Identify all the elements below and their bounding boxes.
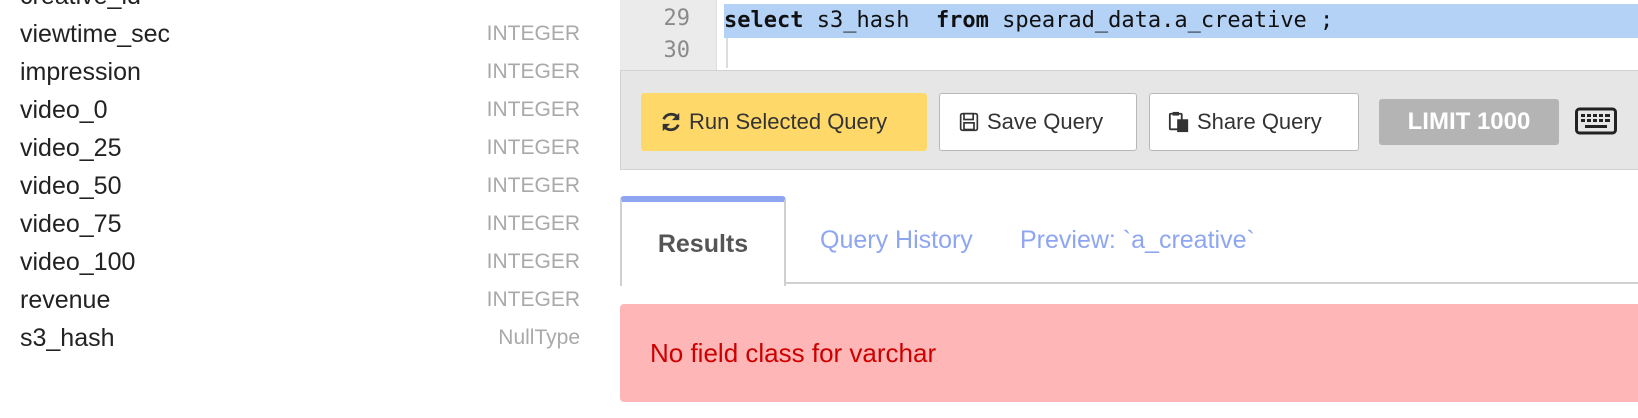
schema-row[interactable]: creative_id: [0, 0, 580, 12]
share-query-button[interactable]: Share Query: [1149, 93, 1359, 151]
schema-row[interactable]: video_0 INTEGER: [0, 88, 580, 126]
results-tabs: Results Query History Preview: `a_creati…: [620, 196, 1638, 286]
column-name: viewtime_sec: [20, 20, 171, 48]
column-type: INTEGER: [486, 212, 580, 235]
column-type: INTEGER: [486, 288, 580, 311]
schema-row[interactable]: revenue INTEGER: [0, 278, 580, 316]
column-type: INTEGER: [486, 250, 580, 273]
keyboard-icon[interactable]: [1575, 105, 1617, 137]
column-name: video_100: [20, 248, 136, 276]
error-message: No field class for varchar: [650, 338, 937, 368]
line-number: 30: [663, 38, 691, 63]
column-name: video_25: [20, 134, 122, 162]
column-type: INTEGER: [486, 98, 580, 121]
code-text: spearad_data.a_creative ;: [988, 8, 1334, 33]
schema-column-list: creative_id viewtime_sec INTEGER impress…: [0, 0, 580, 418]
schema-row[interactable]: impression INTEGER: [0, 50, 580, 88]
column-type: INTEGER: [486, 22, 580, 45]
run-button-label: Run Selected Query: [689, 109, 888, 134]
column-type: INTEGER: [486, 174, 580, 197]
column-name: revenue: [20, 286, 111, 314]
line-number-gutter: 29 30: [620, 0, 717, 70]
clipboard-copy-icon: [1168, 111, 1190, 133]
schema-row[interactable]: video_100 INTEGER: [0, 240, 580, 278]
schema-row[interactable]: video_25 INTEGER: [0, 126, 580, 164]
tab-query-history[interactable]: Query History: [820, 196, 973, 284]
line-number: 29: [663, 6, 691, 31]
share-button-label: Share Query: [1197, 109, 1322, 134]
column-name: video_0: [20, 96, 108, 124]
schema-row[interactable]: viewtime_sec INTEGER: [0, 12, 580, 50]
limit-badge[interactable]: LIMIT 1000: [1379, 99, 1559, 145]
query-editor-page: creative_id viewtime_sec INTEGER impress…: [0, 0, 1638, 418]
code-text: s3_hash: [803, 8, 936, 33]
schema-row[interactable]: video_50 INTEGER: [0, 164, 580, 202]
run-selected-query-button[interactable]: Run Selected Query: [641, 93, 927, 151]
tab-preview[interactable]: Preview: `a_creative`: [1020, 196, 1255, 284]
save-button-label: Save Query: [987, 109, 1104, 134]
column-type: NullType: [498, 326, 580, 349]
floppy-disk-icon: [958, 111, 980, 133]
schema-row[interactable]: video_75 INTEGER: [0, 202, 580, 240]
sql-keyword-from: from: [935, 8, 989, 33]
column-name: impression: [20, 58, 141, 86]
column-name: s3_hash: [20, 324, 115, 352]
error-alert: No field class for varchar: [620, 304, 1638, 402]
text-cursor: [726, 38, 728, 68]
refresh-icon: [660, 111, 682, 133]
query-toolbar: Run Selected Query Save Query Share Quer…: [620, 70, 1638, 170]
sql-keyword-select: select: [724, 8, 804, 33]
column-type: INTEGER: [486, 136, 580, 159]
column-name: video_75: [20, 210, 122, 238]
column-name: creative_id: [20, 0, 141, 11]
code-line[interactable]: [724, 36, 1638, 70]
save-query-button[interactable]: Save Query: [939, 93, 1137, 151]
code-line-selected[interactable]: select s3_hash from spearad_data.a_creat…: [724, 4, 1638, 38]
sql-editor[interactable]: 29 30 select s3_hash from spearad_data.a…: [620, 0, 1638, 70]
column-name: video_50: [20, 172, 122, 200]
schema-row[interactable]: s3_hash NullType: [0, 316, 580, 354]
column-type: INTEGER: [486, 60, 580, 83]
tab-results[interactable]: Results: [620, 196, 786, 286]
